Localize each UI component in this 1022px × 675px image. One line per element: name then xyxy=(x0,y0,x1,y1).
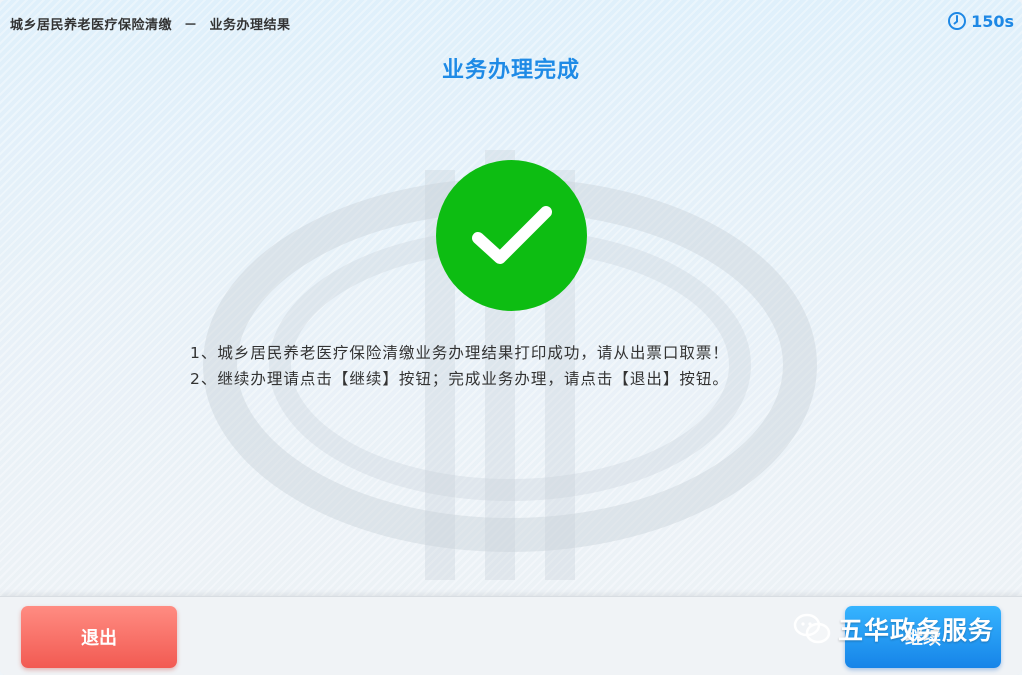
message-line: 2、继续办理请点击【继续】按钮；完成业务办理，请点击【退出】按钮。 xyxy=(190,370,729,388)
chat-bubbles-icon xyxy=(793,613,831,644)
exit-button[interactable]: 退出 xyxy=(21,606,177,668)
brand-watermark: 五华政务服务 xyxy=(792,611,994,647)
brand-watermark-text: 五华政务服务 xyxy=(838,616,995,645)
breadcrumb-service: 城乡居民养老医疗保险清缴 xyxy=(10,18,173,33)
message-line: 1、城乡居民养老医疗保险清缴业务办理结果打印成功，请从出票口取票！ xyxy=(190,344,729,362)
countdown-value: 150s xyxy=(971,11,1014,31)
page-title: 业务办理完成 xyxy=(441,58,580,83)
check-circle-icon xyxy=(436,160,587,311)
result-screen: 城乡居民养老医疗保险清缴 － 业务办理结果 150s 业务办理完成 1、城乡居民养老… xyxy=(0,0,1022,675)
breadcrumb-page: 业务办理结果 xyxy=(209,18,291,33)
result-message: 1、城乡居民养老医疗保险清缴业务办理结果打印成功，请从出票口取票！ 2、继续办理… xyxy=(190,340,890,392)
countdown-timer: 150s xyxy=(947,11,1014,31)
breadcrumb: 城乡居民养老医疗保险清缴 － 业务办理结果 xyxy=(10,14,291,33)
top-bar: 城乡居民养老医疗保险清缴 － 业务办理结果 150s xyxy=(0,0,1022,46)
clock-icon xyxy=(948,12,967,30)
breadcrumb-separator: － xyxy=(184,18,198,33)
